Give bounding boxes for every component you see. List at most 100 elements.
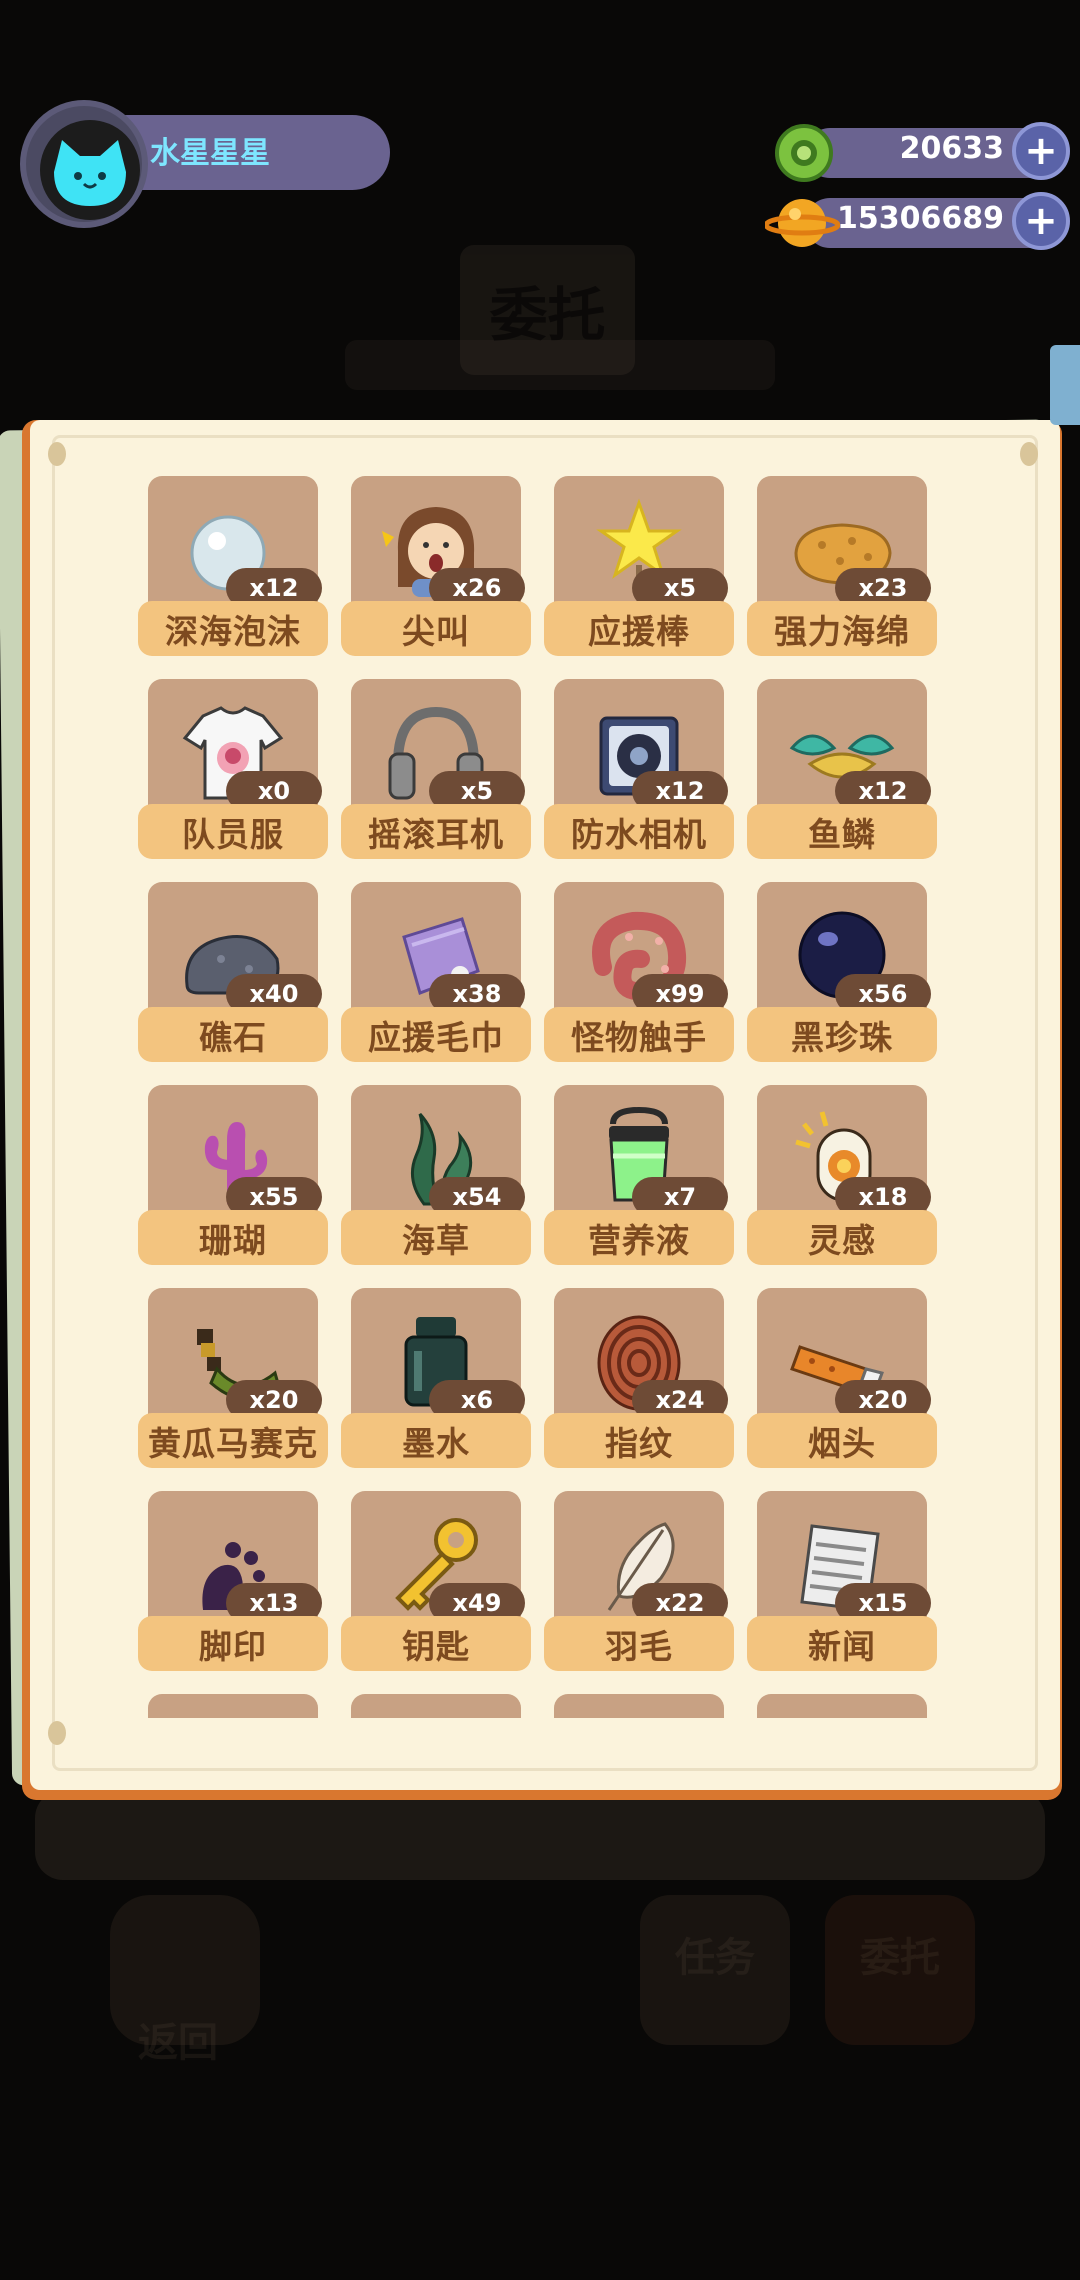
item-name-band: 新闻 — [747, 1616, 937, 1671]
pin-icon — [48, 442, 66, 466]
paper-clip-icon — [1050, 345, 1080, 425]
item-name: 应援毛巾 — [368, 1017, 504, 1057]
item-name: 海草 — [402, 1220, 470, 1260]
item-name-band: 珊瑚 — [138, 1210, 328, 1265]
item-name: 灵感 — [808, 1220, 876, 1260]
inventory-item[interactable]: x6 墨水 — [341, 1288, 531, 1473]
item-name-band: 队员服 — [138, 804, 328, 859]
inventory-item[interactable]: x49 钥匙 — [341, 1491, 531, 1676]
item-name: 指纹 — [605, 1423, 673, 1463]
inventory-item[interactable]: x22 羽毛 — [544, 1491, 734, 1676]
inventory-item[interactable]: x15 新闻 — [747, 1491, 937, 1676]
item-name-band: 鱼鳞 — [747, 804, 937, 859]
item-name: 应援棒 — [588, 611, 690, 651]
inventory-item[interactable]: x23 强力海绵 — [747, 476, 937, 661]
item-name: 尖叫 — [402, 611, 470, 651]
inventory-item[interactable]: x55 珊瑚 — [138, 1085, 328, 1270]
pin-icon — [48, 1721, 66, 1745]
pin-icon — [1020, 442, 1038, 466]
item-slot — [148, 1694, 318, 1718]
item-name: 黑珍珠 — [791, 1017, 893, 1057]
add-coin-button[interactable]: + — [1012, 192, 1070, 250]
inventory-item[interactable]: x20 黄瓜马赛克 — [138, 1288, 328, 1473]
inventory-item[interactable]: x40 礁石 — [138, 882, 328, 1067]
inventory-item[interactable]: x5 应援棒 — [544, 476, 734, 661]
item-name-band: 礁石 — [138, 1007, 328, 1062]
item-name: 烟头 — [808, 1423, 876, 1463]
item-name: 鱼鳞 — [808, 814, 876, 854]
background-task-label: 任务 — [675, 1935, 755, 1981]
item-name: 深海泡沫 — [165, 611, 301, 651]
background-commission-label: 委托 — [860, 1935, 940, 1981]
inventory-item[interactable]: x7 营养液 — [544, 1085, 734, 1270]
cat-avatar-icon — [54, 140, 126, 206]
item-name-band: 羽毛 — [544, 1616, 734, 1671]
item-name: 羽毛 — [605, 1626, 673, 1666]
avatar-frame — [20, 100, 148, 228]
item-name-band: 黑珍珠 — [747, 1007, 937, 1062]
item-name: 营养液 — [588, 1220, 690, 1260]
inventory-item[interactable]: x20 烟头 — [747, 1288, 937, 1473]
inventory-item[interactable]: x13 脚印 — [138, 1491, 328, 1676]
inventory-item[interactable]: x12 鱼鳞 — [747, 679, 937, 864]
background-back-label: 返回 — [138, 2020, 218, 2066]
inventory-item-partial[interactable] — [138, 1694, 328, 1718]
item-name: 摇滚耳机 — [368, 814, 504, 854]
item-name: 墨水 — [402, 1423, 470, 1463]
inventory-grid: x12 深海泡沫 x26 尖叫 x5 应援棒 x23 强力海绵 x0 队员服 x… — [138, 476, 948, 1718]
item-name: 队员服 — [182, 814, 284, 854]
item-name-band: 深海泡沫 — [138, 601, 328, 656]
item-slot — [351, 1694, 521, 1718]
coin-amount: 15306689 — [837, 201, 1004, 236]
green-gem-icon — [775, 124, 833, 182]
item-name: 礁石 — [199, 1017, 267, 1057]
inventory-item[interactable]: x12 深海泡沫 — [138, 476, 328, 661]
item-name: 新闻 — [808, 1626, 876, 1666]
inventory-item[interactable]: x38 应援毛巾 — [341, 882, 531, 1067]
item-name: 钥匙 — [402, 1626, 470, 1666]
inventory-item[interactable]: x5 摇滚耳机 — [341, 679, 531, 864]
plus-icon: + — [1024, 128, 1058, 174]
item-name-band: 指纹 — [544, 1413, 734, 1468]
item-name: 黄瓜马赛克 — [148, 1423, 318, 1463]
plus-icon: + — [1024, 198, 1058, 244]
item-slot — [554, 1694, 724, 1718]
item-name-band: 强力海绵 — [747, 601, 937, 656]
inventory-item[interactable]: x26 尖叫 — [341, 476, 531, 661]
item-name-band: 怪物触手 — [544, 1007, 734, 1062]
background-title: 委托 — [460, 245, 635, 375]
inventory-item-partial[interactable] — [544, 1694, 734, 1718]
item-name-band: 烟头 — [747, 1413, 937, 1468]
item-name-band: 脚印 — [138, 1616, 328, 1671]
item-name-band: 黄瓜马赛克 — [138, 1413, 328, 1468]
item-name: 脚印 — [199, 1626, 267, 1666]
add-gem-button[interactable]: + — [1012, 122, 1070, 180]
inventory-item[interactable]: x99 怪物触手 — [544, 882, 734, 1067]
item-name: 珊瑚 — [199, 1220, 267, 1260]
background-rail — [35, 1790, 1045, 1880]
inventory-item[interactable]: x0 队员服 — [138, 679, 328, 864]
inventory-item-partial[interactable] — [747, 1694, 937, 1718]
planet-coin-icon — [765, 199, 840, 247]
inventory-item[interactable]: x12 防水相机 — [544, 679, 734, 864]
inventory-item[interactable]: x24 指纹 — [544, 1288, 734, 1473]
item-name-band: 营养液 — [544, 1210, 734, 1265]
coin-currency: 15306689 + — [765, 192, 1070, 254]
item-name-band: 墨水 — [341, 1413, 531, 1468]
item-name: 怪物触手 — [571, 1017, 707, 1057]
inventory-item[interactable]: x18 灵感 — [747, 1085, 937, 1270]
item-slot — [757, 1694, 927, 1718]
player-name: 水星星星 — [150, 136, 270, 171]
gem-currency: 20633 + — [765, 122, 1070, 184]
item-name-band: 尖叫 — [341, 601, 531, 656]
inventory-item[interactable]: x56 黑珍珠 — [747, 882, 937, 1067]
inventory-item-partial[interactable] — [341, 1694, 531, 1718]
item-name-band: 应援毛巾 — [341, 1007, 531, 1062]
avatar[interactable] — [40, 120, 140, 220]
item-name-band: 海草 — [341, 1210, 531, 1265]
inventory-item[interactable]: x54 海草 — [341, 1085, 531, 1270]
player-profile[interactable]: 水星星星 — [20, 100, 390, 230]
item-name-band: 应援棒 — [544, 601, 734, 656]
item-name-band: 防水相机 — [544, 804, 734, 859]
item-name-band: 灵感 — [747, 1210, 937, 1265]
